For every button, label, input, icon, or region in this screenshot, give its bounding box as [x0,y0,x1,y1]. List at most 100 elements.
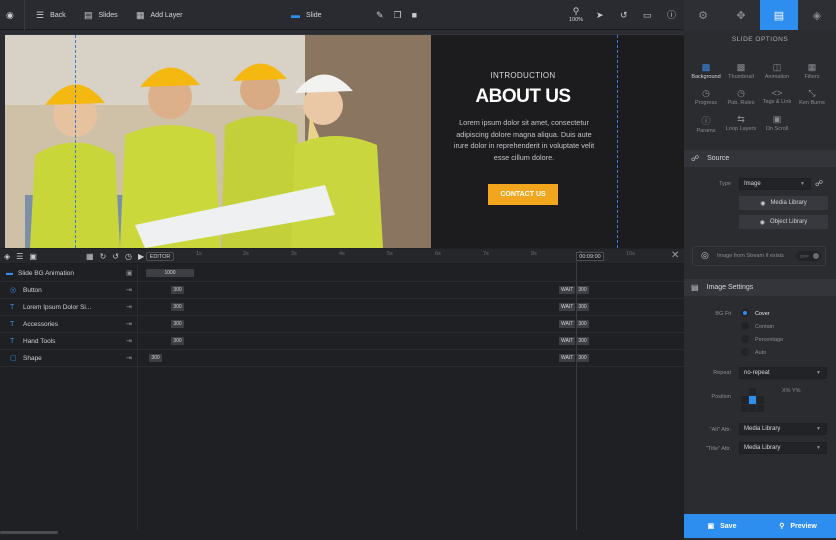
title-attr-select[interactable]: Media Library ▼ [739,442,827,454]
search-icon: ⚲ [779,523,785,530]
timeline-row[interactable]: ▢ Shape ⇥ 300 WAIT 300 [0,350,684,367]
slide-selector[interactable]: ▬ Slide [291,0,322,30]
zoom-control[interactable]: ⚲ 100% [569,0,583,30]
intro-text[interactable]: INTRODUCTION [431,71,615,80]
edit-icon[interactable]: ✎ [376,10,384,20]
wait-chip[interactable]: WAIT 300 [559,286,589,294]
wordpress-icon: ◉ [760,200,766,207]
lorem-paragraph[interactable]: Lorem ipsum dolor sit amet, consectetur … [449,117,599,163]
timeline-tools: ◈ ☰ ▣ [4,249,37,264]
option-filters[interactable]: ▦ Filters [793,62,831,80]
contact-us-button[interactable]: CONTACT US [488,184,558,205]
help-icon[interactable]: ⓘ [667,0,676,30]
desktop-view-icon[interactable]: ▭ [643,0,652,30]
timeline-row[interactable]: T Hand Tools ⇥ 300 WAIT 300 [0,333,684,350]
wait-chip[interactable]: WAIT 300 [559,303,589,311]
panel-title: SLIDE OPTIONS [731,36,789,43]
option-params[interactable]: ⓘ Params [687,114,725,134]
image-settings-icon: ▤ [691,283,699,292]
current-time[interactable]: 00:09:00 [576,252,604,261]
play-icon[interactable]: ▶ [138,252,144,261]
trash-icon[interactable]: ■ [412,10,417,20]
fit-percentage-radio[interactable] [741,335,749,343]
fit-auto-radio[interactable] [741,348,749,356]
animation-chip[interactable]: 1000 [146,269,194,277]
repeat-select[interactable]: no-repeat ▼ [739,367,827,379]
fit-contain-radio[interactable] [741,322,749,330]
tick-label: 3s [291,251,297,257]
image-settings-section-header[interactable]: ▤ Image Settings [684,279,836,296]
about-heading[interactable]: ABOUT US [431,86,615,108]
tick-label: 7s [483,251,489,257]
arrow-right-icon: ⇥ [126,355,132,362]
option-background[interactable]: ▩ Background [687,62,725,80]
duplicate-icon[interactable]: ❐ [394,10,402,20]
timeline-row[interactable]: T Lorem Ipsum Dolor Si... ⇥ 300 WAIT 300 [0,299,684,316]
alt-select[interactable]: Media Library ▼ [739,423,827,435]
type-select[interactable]: Image ▼ [739,178,811,190]
slide-label: Slide [306,11,322,19]
option-ken-burns[interactable]: ⤡ Ken Burns [793,88,831,106]
construction-workers-photo[interactable] [5,35,431,248]
wordpress-logo-icon[interactable]: ◉ [6,0,14,30]
filters-icon: ▦ [807,62,817,72]
timeline-controls: ▦ ↻ ↺ ◷ ▶ [86,249,144,264]
link-icon[interactable]: ☍ [815,179,823,188]
playhead-line[interactable] [576,262,577,530]
option-progress[interactable]: ◷ Progress [687,88,725,106]
cursor-tool-icon[interactable]: ➤ [596,0,604,30]
chevron-down-icon: ▼ [816,426,821,432]
settings-tab-icon[interactable]: ⚙ [684,0,722,30]
add-layer-button[interactable]: ▦ Add Layer [136,0,182,30]
editor-button[interactable]: EDITOR [146,252,174,261]
position-cell [749,388,756,396]
add-layer-icon: ▦ [136,9,145,20]
grid-icon[interactable]: ▦ [86,252,94,261]
wait-chip[interactable]: WAIT 300 [559,337,589,345]
option-pub-rules[interactable]: ◷ Pub. Rules [722,88,760,106]
timeline-scrollbar[interactable] [0,531,58,534]
media-library-button[interactable]: ◉ Media Library [739,196,828,210]
timer-icon[interactable]: ◷ [125,252,132,261]
stream-toggle[interactable]: OFF [796,251,821,261]
option-on-scroll[interactable]: ▣ On Scroll [758,114,796,132]
source-section-header[interactable]: ☍ Source [684,150,836,167]
fit-cover-radio[interactable] [741,309,749,317]
text-icon: T [10,303,15,311]
slide-options-tab-icon[interactable]: ▤ [760,0,798,30]
tick-label: 10s [626,251,635,257]
option-animation[interactable]: ◫ Animation [758,62,796,80]
animation-chip[interactable]: 300 [149,354,162,362]
option-thumbnail[interactable]: ▩ Thumbnail [722,62,760,80]
close-icon[interactable]: ✕ [671,250,679,261]
animation-chip[interactable]: 300 [171,320,184,328]
navigation-tab-icon[interactable]: ✥ [722,0,760,30]
rewind-icon[interactable]: ↺ [112,252,119,261]
timeline-row[interactable]: T Accessories ⇥ 300 WAIT 300 [0,316,684,333]
layers-tab-icon[interactable]: ◈ [798,0,836,30]
animation-chip[interactable]: 300 [171,337,184,345]
slides-button[interactable]: ▤ Slides [84,0,118,30]
object-library-button[interactable]: ◉ Object Library [739,215,828,229]
list-icon[interactable]: ☰ [16,252,23,261]
timeline-row[interactable]: ◎ Button ⇥ 300 WAIT 300 [0,282,684,299]
back-button[interactable]: ☰ Back [36,0,66,30]
position-cell [741,404,748,412]
wait-chip[interactable]: WAIT 300 [559,354,589,362]
folder-icon[interactable]: ▣ [29,252,37,261]
type-value: Image [744,181,761,187]
wait-chip[interactable]: WAIT 300 [559,320,589,328]
timeline-row[interactable]: ▬ Slide BG Animation ▣ 1000 [0,265,684,282]
layers-icon[interactable]: ◈ [4,252,10,261]
preview-button[interactable]: ⚲ Preview [760,514,836,538]
save-button[interactable]: ▣ Save [684,514,760,538]
option-tags-link[interactable]: <> Tags & Link [758,88,796,105]
animation-chip[interactable]: 300 [171,303,184,311]
loop-icon[interactable]: ↻ [100,252,107,261]
undo-icon[interactable]: ↺ [620,0,628,30]
tick-label: 6s [435,251,441,257]
fit-auto-label: Auto [755,350,767,356]
option-loop-layers[interactable]: ⇆ Loop Layers [722,114,760,132]
animation-chip[interactable]: 300 [171,286,184,294]
position-grid[interactable] [741,388,765,412]
